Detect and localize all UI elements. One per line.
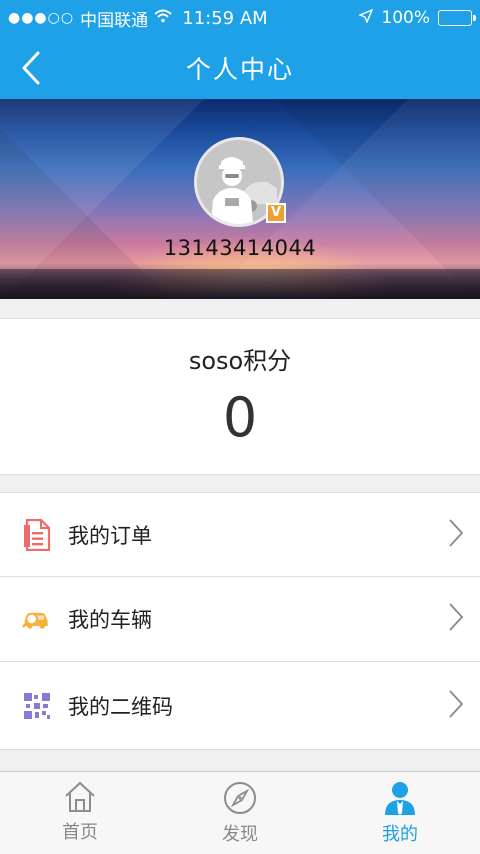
user-phone: 13143414044 <box>163 236 317 260</box>
compass-icon <box>224 782 256 814</box>
points-label: soso积分 <box>188 347 292 375</box>
profile-header: V 13143414044 <box>0 99 480 299</box>
tab-home[interactable]: 首页 <box>0 772 160 854</box>
tab-label: 首页 <box>62 822 98 843</box>
user-icon <box>385 782 415 815</box>
battery-percent: 100% <box>381 8 430 28</box>
tab-discover[interactable]: 发现 <box>160 772 320 854</box>
menu-item-qrcode[interactable]: 我的二维码 <box>0 662 480 750</box>
status-time: 11:59 AM <box>182 7 268 29</box>
points-card[interactable]: soso积分 0 <box>0 318 480 475</box>
tab-label: 发现 <box>222 824 258 845</box>
menu-item-vehicles[interactable]: 我的车辆 <box>0 577 480 662</box>
home-icon <box>65 782 95 812</box>
menu-item-label: 我的车辆 <box>68 608 152 632</box>
chevron-left-icon <box>22 51 40 85</box>
chevron-right-icon <box>448 518 464 552</box>
page-title: 个人中心 <box>185 54 294 84</box>
signal-strength: ●●●○○ <box>8 10 75 26</box>
menu-item-label: 我的订单 <box>68 523 152 548</box>
tab-bar: 首页 发现 我的 <box>0 771 480 854</box>
battery-icon <box>438 10 476 26</box>
vip-badge: V <box>266 203 286 223</box>
menu-item-label: 我的二维码 <box>68 694 173 719</box>
qrcode-icon <box>22 691 52 721</box>
back-button[interactable] <box>16 50 48 86</box>
chevron-right-icon <box>448 689 464 723</box>
carrier-name: 中国联通 <box>80 10 149 31</box>
points-value: 0 <box>222 386 258 449</box>
nav-bar: 个人中心 <box>0 36 480 99</box>
tab-label: 我的 <box>382 824 418 845</box>
car-search-icon <box>22 604 52 634</box>
menu-item-orders[interactable]: 我的订单 <box>0 493 480 577</box>
menu-list: 我的订单 我的车辆 我的二维码 <box>0 492 480 750</box>
chevron-right-icon <box>448 602 464 636</box>
status-bar: ●●●○○ 中国联通 11:59 AM 100% <box>0 0 480 36</box>
status-right: 100% <box>292 8 476 28</box>
tab-profile[interactable]: 我的 <box>320 772 480 854</box>
location-arrow-icon <box>358 8 374 28</box>
order-icon <box>22 518 52 551</box>
